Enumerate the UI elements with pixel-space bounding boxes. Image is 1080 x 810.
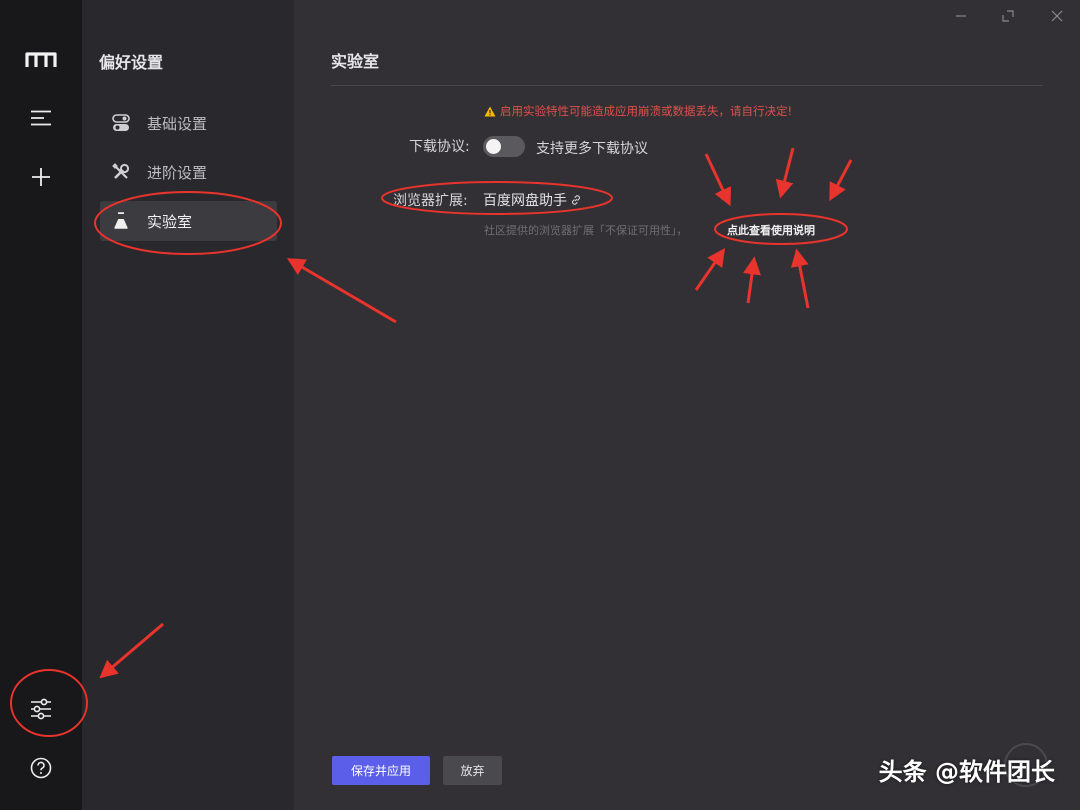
nav-item-label: 基础设置: [147, 114, 208, 133]
warning-text: 启用实验特性可能造成应用崩溃或数据丢失，请自行决定!: [500, 104, 793, 118]
settings-sliders-icon[interactable]: [0, 689, 82, 729]
nav-title: 偏好设置: [99, 53, 164, 72]
settings-nav: 偏好设置 基础设置 进阶设置 实验室: [82, 0, 294, 810]
annotation-arrow: [829, 159, 853, 202]
annotation-arrow: [775, 147, 795, 199]
watermark: 头条 @软件团长: [878, 758, 1055, 786]
download-protocol-toggle-label: 支持更多下载协议: [536, 141, 648, 157]
help-icon[interactable]: [0, 748, 82, 788]
menu-icon[interactable]: [0, 98, 82, 138]
nav-item-label: 实验室: [147, 212, 193, 231]
annotation-arrow: [790, 248, 810, 309]
page-title: 实验室: [331, 52, 380, 71]
close-icon[interactable]: [1045, 4, 1069, 28]
logo-icon[interactable]: [0, 40, 82, 80]
browser-extension-label: 浏览器扩展:: [393, 193, 468, 209]
download-protocol-toggle[interactable]: [483, 136, 525, 157]
download-protocol-label: 下载协议:: [409, 139, 470, 155]
save-apply-button[interactable]: 保存并应用: [332, 756, 430, 785]
extension-link-text: 百度网盘助手: [483, 193, 567, 209]
icon-rail: [0, 0, 82, 810]
nav-item-basic[interactable]: 基础设置: [100, 103, 277, 143]
nav-item-advanced[interactable]: 进阶设置: [100, 152, 277, 192]
annotation-arrow: [286, 258, 397, 324]
toggle-knob: [486, 139, 501, 154]
toggle-settings-icon: [110, 112, 132, 134]
usage-guide-link[interactable]: 点此查看使用说明: [727, 222, 815, 238]
annotation-arrow: [694, 248, 726, 291]
warning-banner: 启用实验特性可能造成应用崩溃或数据丢失，请自行决定!: [484, 103, 792, 119]
flask-icon: [110, 210, 132, 232]
nav-item-label: 进阶设置: [147, 163, 208, 182]
annotation-arrow: [743, 256, 761, 304]
extension-note: 社区提供的浏览器扩展「不保证可用性」，: [484, 224, 688, 237]
add-icon[interactable]: [0, 157, 82, 197]
link-icon: [570, 194, 582, 206]
wrench-tools-icon: [110, 161, 132, 183]
nav-item-lab[interactable]: 实验室: [100, 201, 277, 241]
minimize-icon[interactable]: [949, 4, 973, 28]
annotation-arrow: [704, 153, 732, 207]
baidu-pan-helper-link[interactable]: 百度网盘助手: [483, 190, 582, 210]
maximize-icon[interactable]: [996, 4, 1020, 28]
discard-button[interactable]: 放弃: [443, 756, 502, 785]
title-divider: [331, 85, 1043, 86]
warning-icon: [484, 106, 496, 117]
